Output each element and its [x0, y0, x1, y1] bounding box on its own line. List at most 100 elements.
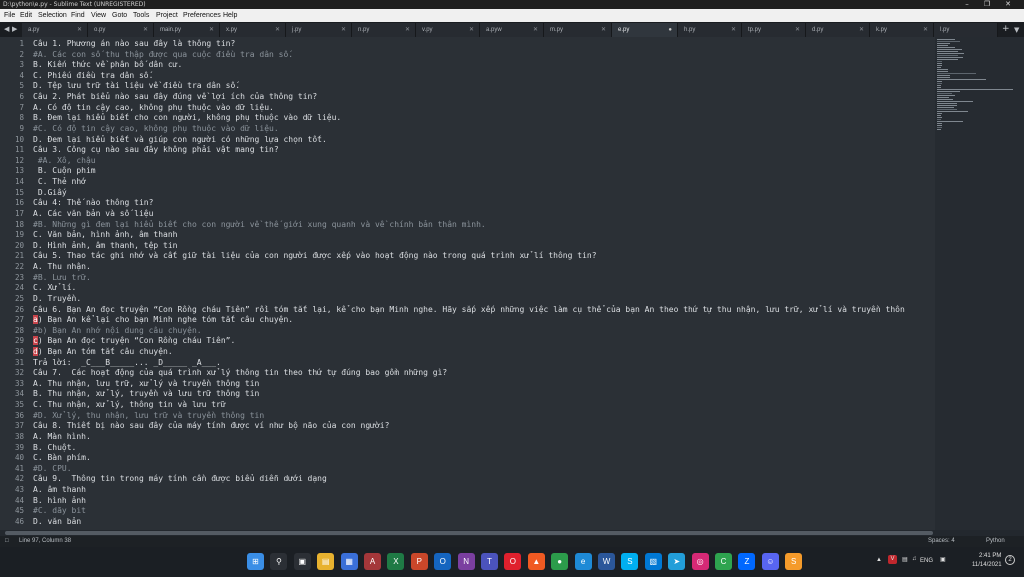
code-line[interactable]: A. âm thanh: [33, 485, 86, 496]
code-line[interactable]: Câu 2. Phát biểu nào sau đây đúng về lợi…: [33, 92, 317, 103]
editor-area[interactable]: 1 2 3 4 5 6 7 8 9 10 11 12 13 14 15 16 17 18 19 20 21 22 23 24 2…: [0, 37, 935, 530]
code-line[interactable]: Trả lời: _C___B_____... _D_____ _A___.: [33, 358, 221, 369]
code-line[interactable]: a) Bạn An kể lại cho bạn Minh nghe tóm t…: [33, 315, 293, 326]
code-line[interactable]: C. Thu nhận, xử lý, thông tin và lưu trữ: [33, 400, 226, 411]
camtasia-icon[interactable]: C: [715, 553, 732, 570]
telegram-icon[interactable]: ➤: [668, 553, 686, 570]
code-line[interactable]: B. Cuộn phim: [33, 166, 96, 177]
volume-icon[interactable]: ♫: [912, 556, 917, 562]
code-line-comment[interactable]: #A. Xô, chậu: [33, 156, 96, 167]
tab-k-py[interactable]: k.py ✕: [870, 23, 934, 37]
tab-main-py[interactable]: main.py ✕: [154, 23, 220, 37]
code-line[interactable]: Câu 6. Bạn An đọc truyện “Con Rồng cháu …: [33, 305, 905, 316]
tab-a-py[interactable]: a.py ✕: [22, 23, 88, 37]
code-line[interactable]: Câu 8. Thiết bị nào sau đây của máy tính…: [33, 421, 389, 432]
close-tab-icon[interactable]: ✕: [533, 23, 538, 37]
close-tab-icon[interactable]: ✕: [469, 23, 474, 37]
skype-icon[interactable]: S: [621, 553, 639, 570]
network-icon[interactable]: ▤: [902, 556, 908, 563]
code-line[interactable]: A. Thu nhận.: [33, 262, 91, 273]
menu-edit[interactable]: Edit: [20, 9, 32, 22]
indentation-setting[interactable]: Spaces: 4: [928, 536, 955, 547]
tab-x-py[interactable]: x.py ✕: [220, 23, 286, 37]
outlook-icon[interactable]: O: [434, 553, 452, 570]
tab-scroll-left-icon[interactable]: ◀: [4, 25, 9, 33]
teams-icon[interactable]: T: [481, 553, 498, 570]
menu-tools[interactable]: Tools: [133, 9, 149, 22]
code-line[interactable]: C. Văn bản, hình ảnh, âm thanh: [33, 230, 178, 241]
chrome-icon[interactable]: ●: [551, 553, 569, 570]
tab-scroll-right-icon[interactable]: ▶: [12, 25, 17, 33]
new-tab-icon[interactable]: +: [1002, 24, 1010, 34]
close-icon[interactable]: ✕: [998, 0, 1018, 9]
notification-badge[interactable]: 2: [1005, 555, 1015, 565]
code-line[interactable]: D.Giấy: [33, 188, 67, 199]
code-line[interactable]: C. Bàn phím.: [33, 453, 91, 464]
code-line[interactable]: c) Bạn An đọc truyện “Con Rồng cháu Tiên…: [33, 336, 235, 347]
scrollbar-thumb[interactable]: [5, 531, 933, 535]
code-line[interactable]: Câu 5. Thao tác ghi nhớ và cất giữ tài l…: [33, 251, 597, 262]
code-line[interactable]: Câu 9. Thông tin trong máy tính cần được…: [33, 474, 327, 485]
code-line-comment[interactable]: #B. Lưu trữ.: [33, 273, 91, 284]
code-line[interactable]: D. Đem lại hiểu biết và giúp con người c…: [33, 135, 327, 146]
menu-goto[interactable]: Goto: [112, 9, 127, 22]
code-line[interactable]: B. Thu nhận, xử lý, truyền và lưu trữ th…: [33, 389, 259, 400]
ime-icon[interactable]: ▣: [940, 556, 946, 563]
zalo-icon[interactable]: Z: [738, 553, 756, 570]
code-line[interactable]: A. Thu nhận, lưu trữ, xử lý và truyền th…: [33, 379, 259, 390]
menu-help[interactable]: Help: [223, 9, 237, 22]
tab-a-pyw[interactable]: a.pyw ✕: [480, 23, 544, 37]
input-language[interactable]: ENG: [920, 558, 933, 564]
code-line-comment[interactable]: #D. CPU.: [33, 464, 72, 475]
tray-app-icon[interactable]: V: [888, 555, 897, 564]
minimize-icon[interactable]: –: [957, 0, 977, 9]
code-line[interactable]: C. Thẻ nhớ: [33, 177, 86, 188]
edge-icon[interactable]: e: [574, 553, 592, 570]
word-icon[interactable]: W: [598, 553, 615, 570]
code-line[interactable]: B. Chuột.: [33, 443, 76, 454]
code-line-comment[interactable]: #C. dãy bit: [33, 506, 86, 517]
code-line[interactable]: Câu 1. Phương án nào sau đây là thông ti…: [33, 39, 235, 50]
tab-v-py[interactable]: v.py ✕: [416, 23, 480, 37]
code-line[interactable]: d) Bạn An tóm tắt câu chuyện.: [33, 346, 173, 358]
code-line[interactable]: B. hình ảnh: [33, 496, 86, 507]
tab-e-py[interactable]: e.py ●: [612, 23, 678, 37]
code-line[interactable]: D. Tệp lưu trữ tài liệu về điều tra dân …: [33, 81, 240, 92]
close-tab-icon[interactable]: ✕: [795, 23, 800, 37]
close-tab-icon[interactable]: ✕: [923, 23, 928, 37]
status-panel-icon[interactable]: □: [5, 536, 9, 547]
close-tab-icon[interactable]: ✕: [77, 23, 82, 37]
sublime-text-icon[interactable]: S: [785, 553, 803, 570]
tab-l-py[interactable]: l.py: [934, 23, 998, 37]
code-line[interactable]: C. Xử lí.: [33, 283, 76, 294]
instagram-icon[interactable]: ◎: [691, 553, 709, 570]
clock-date[interactable]: 11/14/2021: [972, 562, 1002, 568]
menu-project[interactable]: Project: [156, 9, 178, 22]
opera-icon[interactable]: O: [504, 553, 522, 570]
tab-d-py[interactable]: d.py ✕: [806, 23, 870, 37]
code-line[interactable]: Câu 3. Công cụ nào sau đây không phải vậ…: [33, 145, 279, 156]
code-line[interactable]: B. Kiến thức về phân bố dân cư.: [33, 60, 182, 71]
photos-icon[interactable]: ▧: [644, 553, 662, 570]
brave-icon[interactable]: ▲: [527, 553, 545, 570]
code-line-comment[interactable]: #b) Bạn An nhớ nội dung câu chuyện.: [33, 326, 202, 337]
code-line[interactable]: D. Truyền.: [33, 294, 81, 305]
menu-selection[interactable]: Selection: [38, 9, 67, 22]
code-line-comment[interactable]: #A. Các con số thu thập được qua cuộc đi…: [33, 50, 293, 61]
clock-time[interactable]: 2:41 PM: [979, 553, 1001, 559]
code-line[interactable]: C. Phiếu điều tra dân số.: [33, 71, 153, 82]
onenote-icon[interactable]: N: [457, 553, 475, 570]
menu-file[interactable]: File: [4, 9, 15, 22]
close-tab-icon[interactable]: ✕: [601, 23, 606, 37]
close-tab-icon[interactable]: ✕: [859, 23, 864, 37]
menu-find[interactable]: Find: [71, 9, 85, 22]
tab-h-py[interactable]: h.py ✕: [678, 23, 742, 37]
code-line-comment[interactable]: #B. Những gì đem lại hiểu biết cho con n…: [33, 220, 486, 231]
code-line[interactable]: A. Các văn bản và số liệu: [33, 209, 153, 220]
powerpoint-icon[interactable]: P: [410, 553, 428, 570]
code-line[interactable]: Câu 4: Thế nào thông tin?: [33, 198, 153, 209]
tab-tp-py[interactable]: tp.py ✕: [742, 23, 806, 37]
close-tab-icon[interactable]: ✕: [143, 23, 148, 37]
tab-n-py[interactable]: n.py ✕: [352, 23, 416, 37]
discord-icon[interactable]: ☺: [761, 553, 779, 570]
